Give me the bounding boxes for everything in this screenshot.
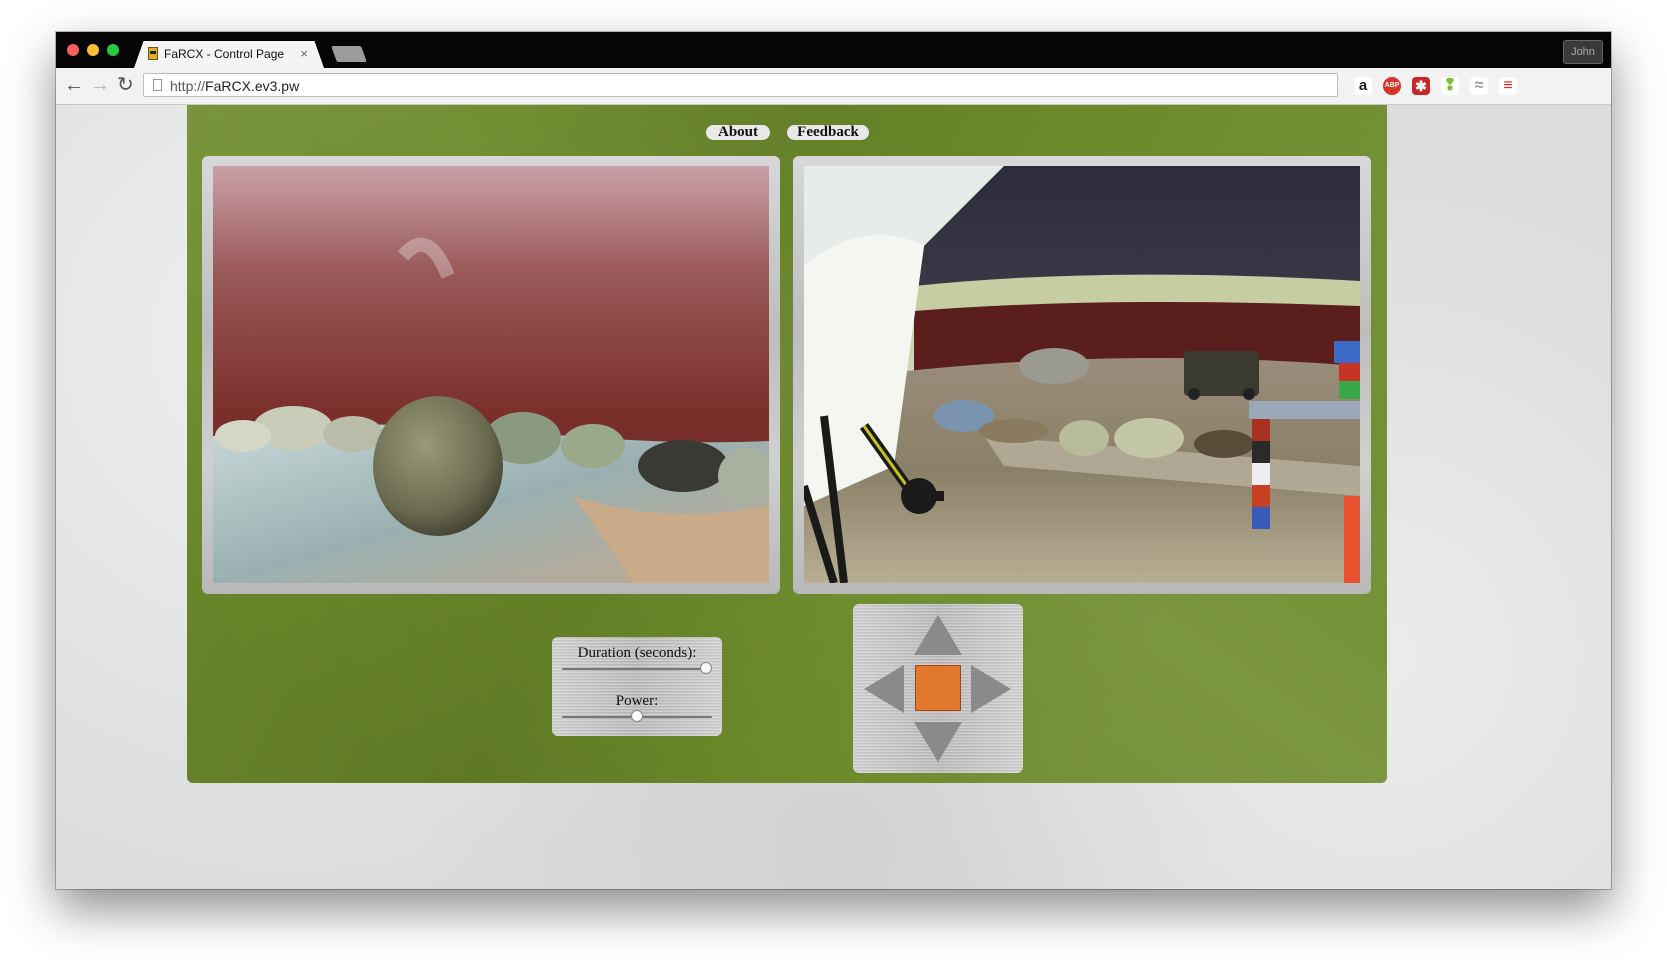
tab-close-icon[interactable]: × (300, 46, 308, 61)
forward-arrow-icon[interactable]: → (90, 74, 110, 96)
arrow-left-icon[interactable] (864, 665, 904, 713)
new-tab-button[interactable] (331, 46, 367, 62)
chrome-menu-icon[interactable]: ≡ (1499, 77, 1517, 95)
front-camera-frame (202, 156, 780, 594)
page-icon (153, 79, 162, 91)
lastpass-icon[interactable]: ✱ (1412, 77, 1430, 95)
overview-camera-feed (804, 166, 1360, 583)
extension-wave-icon[interactable]: ≈ (1470, 77, 1488, 95)
back-arrow-icon[interactable]: ← (64, 74, 84, 96)
stop-square-icon[interactable] (915, 665, 961, 711)
power-slider[interactable] (562, 710, 712, 722)
title-bar: FaRCX - Control Page × John (56, 32, 1611, 68)
address-bar[interactable]: http://FaRCX.ev3.pw (143, 73, 1338, 97)
tab-title: FaRCX - Control Page (164, 47, 285, 61)
browser-toolbar: ← → ↻ http://FaRCX.ev3.pw a ABP ✱ ❢ ≈ ≡ (56, 68, 1611, 105)
power-slider-thumb[interactable] (631, 710, 643, 722)
close-window-button[interactable] (67, 44, 79, 56)
direction-pad (853, 604, 1023, 773)
profile-button[interactable]: John (1563, 40, 1603, 64)
overview-camera-frame (793, 156, 1371, 594)
duration-slider-thumb[interactable] (700, 662, 712, 674)
reload-icon[interactable]: ↻ (117, 74, 134, 96)
arrow-up-icon[interactable] (914, 615, 962, 655)
amazon-icon[interactable]: a (1354, 77, 1372, 95)
arrow-right-icon[interactable] (971, 665, 1011, 713)
ev3-favicon-icon (148, 47, 158, 60)
duration-label: Duration (seconds): (577, 645, 697, 661)
arrow-down-icon[interactable] (914, 722, 962, 762)
drive-settings-panel: Duration (seconds): Power: (552, 637, 722, 736)
power-label: Power: (615, 693, 659, 709)
evernote-icon[interactable]: ❢ (1441, 77, 1459, 95)
url-text: http://FaRCX.ev3.pw (170, 78, 300, 94)
browser-tab[interactable]: FaRCX - Control Page × (134, 41, 324, 68)
duration-slider[interactable] (562, 662, 712, 674)
page-viewport: About Feedback Duration (seconds): Power… (56, 105, 1611, 889)
adblock-plus-icon[interactable]: ABP (1383, 77, 1401, 95)
about-link[interactable]: About (706, 125, 770, 140)
browser-window: FaRCX - Control Page × John ← → ↻ http:/… (56, 32, 1611, 889)
minimize-window-button[interactable] (87, 44, 99, 56)
control-panel: About Feedback Duration (seconds): Power… (187, 105, 1387, 783)
feedback-link[interactable]: Feedback (787, 125, 869, 140)
zoom-window-button[interactable] (107, 44, 119, 56)
front-camera-feed (213, 166, 769, 583)
